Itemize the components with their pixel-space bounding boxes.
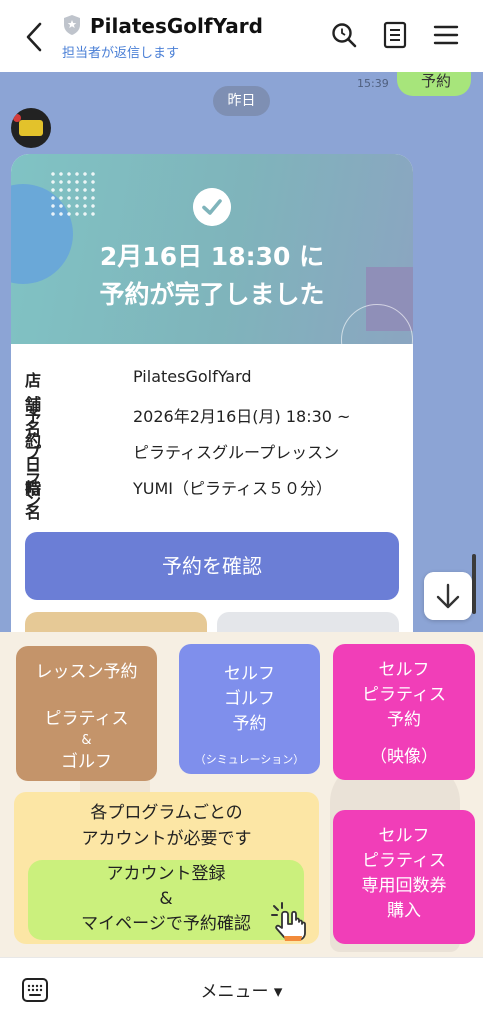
detail-value: YUMI（ピラティス５０分） xyxy=(133,479,333,498)
button-text: ゴルフ xyxy=(224,689,275,709)
button-text: 専用回数券 xyxy=(361,876,447,896)
tertiary-button-partial[interactable] xyxy=(217,612,399,632)
detail-label: 指名 xyxy=(25,479,42,522)
confirm-reservation-button[interactable]: 予約を確認 xyxy=(25,532,399,600)
hamburger-menu-icon[interactable] xyxy=(431,20,461,50)
hero-line-1: 2月16日 18:30 に xyxy=(99,242,325,271)
check-icon xyxy=(193,188,231,226)
chat-title: PilatesGolfYard xyxy=(90,14,263,38)
button-text: アカウント登録 xyxy=(106,864,226,884)
notice-line: アカウントが必要です xyxy=(81,829,252,849)
account-registration-button[interactable]: アカウント登録 & マイページで予約確認 xyxy=(28,860,306,941)
account-notice-panel: 各プログラムごとの アカウントが必要です アカウント登録 & マイページで予約確… xyxy=(14,792,319,944)
pointing-hand-icon xyxy=(271,902,306,941)
shield-icon xyxy=(64,15,80,35)
lesson-reservation-button[interactable]: レッスン予約 ピラティス & ゴルフ xyxy=(16,646,157,781)
button-text: & xyxy=(81,733,92,748)
button-text: マイページで予約確認 xyxy=(81,914,251,934)
scrollbar[interactable] xyxy=(472,554,476,614)
button-text: 予約 xyxy=(387,710,421,730)
back-arrow-icon[interactable] xyxy=(20,20,48,54)
self-pilates-reservation-button[interactable]: セルフ ピラティス 予約 （映像） xyxy=(333,644,475,780)
button-text: ピラティス xyxy=(362,685,446,705)
date-divider: 昨日 xyxy=(213,86,270,116)
button-text: セルフ xyxy=(378,660,430,680)
avatar-logo xyxy=(19,120,43,136)
card-hero: 2月16日 18:30 に 予約が完了しました xyxy=(11,154,413,344)
account-notice-text: 各プログラムごとの アカウントが必要です xyxy=(14,800,319,852)
detail-value: ピラティスグループレッスン xyxy=(133,443,340,462)
pilates-ticket-purchase-button[interactable]: セルフ ピラティス 専用回数券 購入 xyxy=(333,810,475,944)
button-text: ゴルフ xyxy=(61,752,112,772)
search-icon[interactable] xyxy=(329,20,359,50)
chat-header: PilatesGolfYard 担当者が返信します xyxy=(0,0,483,72)
button-text: 予約 xyxy=(232,714,267,734)
hero-line-2: 予約が完了しました xyxy=(99,280,325,309)
menu-toggle[interactable]: メニュー ▾ xyxy=(0,977,483,1002)
rich-menu: レッスン予約 ピラティス & ゴルフ セルフ ゴルフ 予約 （シミュレーション）… xyxy=(0,632,483,957)
sent-message-bubble[interactable]: 予約 xyxy=(397,72,471,96)
arrow-down-icon[interactable] xyxy=(424,572,472,620)
button-text: （映像） xyxy=(370,747,438,767)
button-text: セルフ xyxy=(224,664,275,684)
avatar[interactable] xyxy=(11,108,51,148)
button-text: 購入 xyxy=(387,901,421,921)
bottom-bar: メニュー ▾ xyxy=(0,957,483,1024)
notes-icon[interactable] xyxy=(380,20,410,50)
sent-message-text: 予約 xyxy=(421,72,452,90)
button-text: セルフ xyxy=(378,826,430,846)
self-golf-reservation-button[interactable]: セルフ ゴルフ 予約 （シミュレーション） xyxy=(179,644,320,774)
message-timestamp: 15:39 xyxy=(357,77,389,90)
secondary-button-partial[interactable] xyxy=(25,612,207,632)
chat-subtitle: 担当者が返信します xyxy=(62,46,180,61)
button-text: ピラティス xyxy=(362,851,446,871)
button-text: ピラティス xyxy=(44,709,129,729)
button-text: （シミュレーション） xyxy=(194,753,305,766)
detail-value: 2026年2月16日(月) 18:30 ~ xyxy=(133,407,351,426)
chat-area[interactable]: 予約 15:39 昨日 2月16日 18:30 に 予約が完了しました 店舗名 … xyxy=(0,72,483,632)
button-text: & xyxy=(159,889,173,909)
detail-value: PilatesGolfYard xyxy=(133,367,252,386)
button-text: レッスン予約 xyxy=(35,662,138,682)
hero-dots-decoration xyxy=(49,170,99,218)
hero-headline: 2月16日 18:30 に 予約が完了しました xyxy=(11,238,413,314)
notice-line: 各プログラムごとの xyxy=(90,803,243,823)
reservation-card[interactable]: 2月16日 18:30 に 予約が完了しました 店舗名 PilatesGolfY… xyxy=(11,154,413,632)
